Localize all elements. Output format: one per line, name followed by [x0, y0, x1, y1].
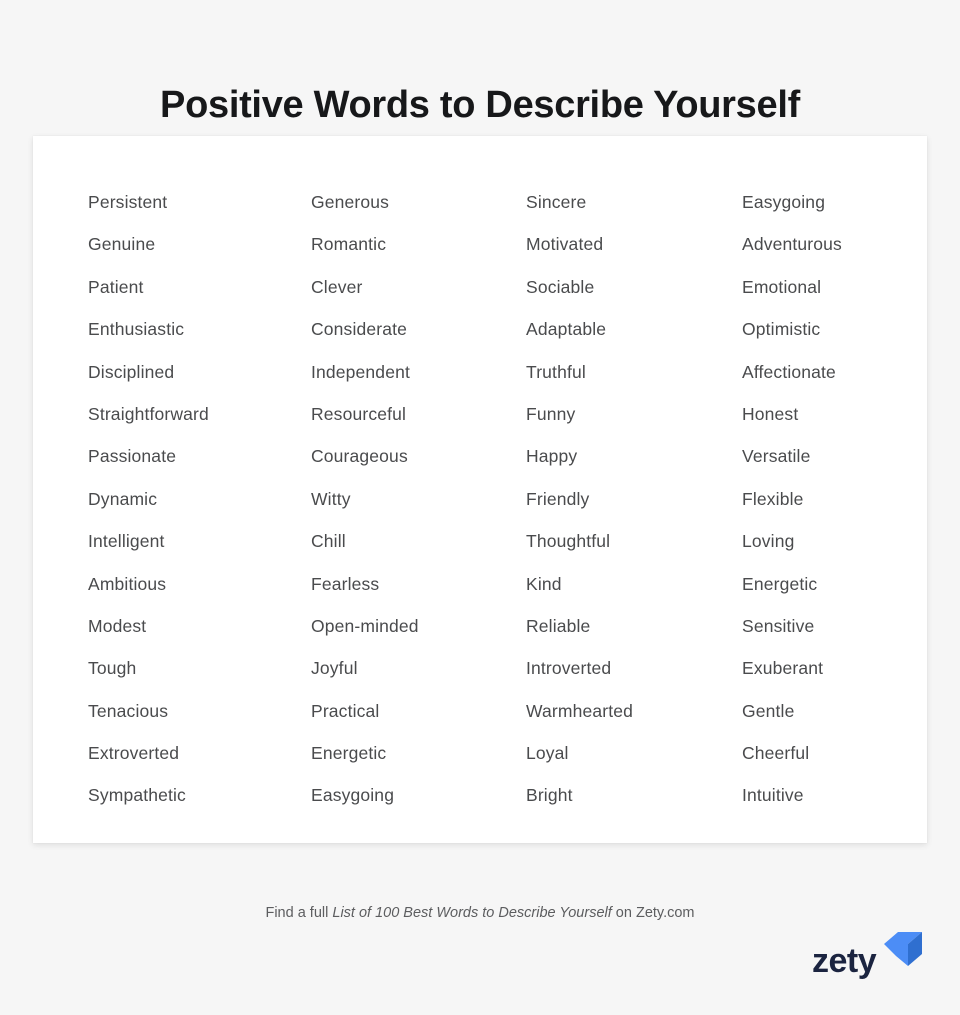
word-item: Easygoing [742, 192, 826, 212]
word-item: Versatile [742, 446, 811, 467]
word-item: Disciplined [88, 361, 175, 382]
word-item: Independent [311, 361, 410, 382]
word-item: Ambitious [88, 573, 167, 594]
word-item: Loyal [526, 743, 569, 764]
word-item: Gentle [742, 700, 795, 721]
word-item: Energetic [742, 573, 818, 594]
footer-emphasis: List of 100 Best Words to Describe Yours… [332, 905, 612, 921]
word-item: Optimistic [742, 319, 821, 340]
word-item: Genuine [88, 234, 156, 255]
word-item: Tough [88, 658, 137, 679]
word-item: Sensitive [742, 615, 815, 636]
word-item: Joyful [311, 658, 358, 679]
word-item: Kind [526, 573, 562, 594]
word-item: Sincere [526, 192, 587, 212]
word-item: Witty [311, 488, 351, 509]
word-item: Sociable [526, 276, 595, 297]
word-item: Intelligent [88, 531, 165, 552]
word-item: Intuitive [742, 785, 804, 806]
footer-note: Find a full List of 100 Best Words to De… [0, 905, 960, 921]
zety-logo: zety [812, 930, 924, 980]
word-item: Reliable [526, 615, 591, 636]
word-item: Happy [526, 446, 578, 467]
zety-wordmark: zety [812, 942, 877, 980]
footer-suffix: on Zety.com [611, 905, 695, 921]
word-item: Adaptable [526, 319, 607, 340]
word-column-4: Easygoing Adventurous Emotional Optimistic A… [742, 181, 922, 817]
word-item: Truthful [526, 361, 586, 382]
word-item: Dynamic [88, 488, 158, 509]
word-columns: Persistent Genuine Patient Enthusiastic Disc… [33, 136, 927, 843]
word-item: Patient [88, 276, 144, 297]
word-item: Clever [311, 276, 363, 297]
word-item: Loving [742, 531, 795, 552]
word-item: Sympathetic [88, 785, 186, 806]
word-column-2: Generous Romantic Clever Considerate Indepen… [311, 181, 516, 817]
word-item: Funny [526, 403, 576, 424]
word-item: Cheerful [742, 743, 810, 764]
word-item: Straightforward [88, 403, 209, 424]
word-item: Easygoing [311, 785, 395, 806]
footer-prefix: Find a full [265, 905, 333, 921]
word-item: Energetic [311, 743, 387, 764]
word-item: Generous [311, 192, 390, 212]
word-item: Courageous [311, 446, 408, 467]
word-item: Modest [88, 615, 147, 636]
word-item: Introverted [526, 658, 612, 679]
word-item: Exuberant [742, 658, 824, 679]
zety-chevron-icon [882, 930, 924, 972]
word-item: Resourceful [311, 403, 407, 424]
word-item: Chill [311, 531, 346, 552]
word-item: Enthusiastic [88, 319, 185, 340]
word-item: Emotional [742, 276, 822, 297]
word-item: Practical [311, 700, 380, 721]
word-column-3: Sincere Motivated Sociable Adaptable Truthfu… [526, 181, 731, 817]
word-item: Warmhearted [526, 700, 634, 721]
word-item: Adventurous [742, 234, 842, 255]
word-item: Affectionate [742, 361, 836, 382]
word-item: Bright [526, 785, 573, 806]
word-item: Considerate [311, 319, 408, 340]
word-item: Passionate [88, 446, 177, 467]
word-item: Motivated [526, 234, 604, 255]
page-title: Positive Words to Describe Yourself [160, 84, 800, 127]
word-item: Thoughtful [526, 531, 611, 552]
word-list-card: Persistent Genuine Patient Enthusiastic Disc… [33, 136, 927, 843]
word-item: Friendly [526, 488, 590, 509]
word-item: Open-minded [311, 615, 419, 636]
word-item: Extroverted [88, 743, 180, 764]
word-item: Persistent [88, 192, 168, 212]
word-item: Romantic [311, 234, 387, 255]
word-item: Fearless [311, 573, 380, 594]
word-column-1: Persistent Genuine Patient Enthusiastic Disc… [88, 181, 298, 817]
word-item: Flexible [742, 488, 804, 509]
word-item: Honest [742, 403, 799, 424]
word-item: Tenacious [88, 700, 169, 721]
infographic-page: Positive Words to Describe Yourself Pers… [0, 0, 960, 1015]
